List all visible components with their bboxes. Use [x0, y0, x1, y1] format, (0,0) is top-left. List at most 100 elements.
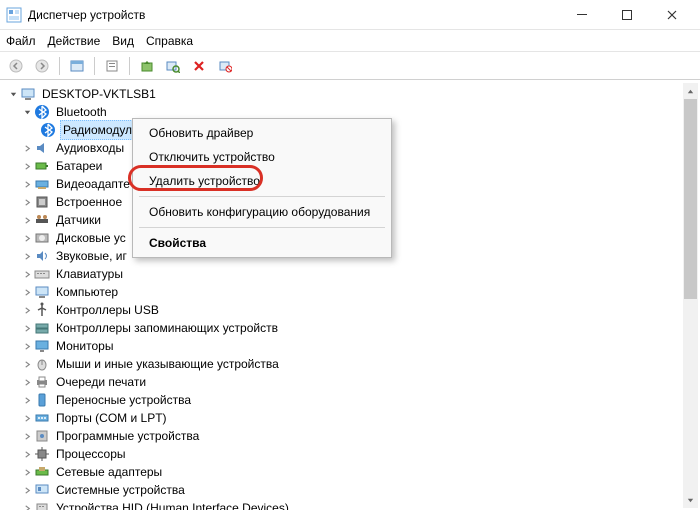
chevron-right-icon[interactable] — [20, 216, 34, 225]
tree-category-processors[interactable]: Процессоры — [6, 445, 694, 463]
menu-bar: Файл Действие Вид Справка — [0, 30, 700, 52]
back-button[interactable] — [4, 54, 28, 78]
title-bar: Диспетчер устройств — [0, 0, 700, 30]
uninstall-button[interactable] — [187, 54, 211, 78]
display-adapter-icon — [34, 176, 50, 192]
tree-category-software-devices[interactable]: Программные устройства — [6, 427, 694, 445]
tree-label: Батареи — [54, 157, 104, 175]
chevron-right-icon[interactable] — [20, 432, 34, 441]
chevron-right-icon[interactable] — [20, 414, 34, 423]
chevron-right-icon[interactable] — [20, 504, 34, 510]
computer-icon — [20, 86, 36, 102]
tree-label: Порты (COM и LPT) — [54, 409, 169, 427]
tree-label: Контроллеры запоминающих устройств — [54, 319, 280, 337]
update-driver-button[interactable] — [135, 54, 159, 78]
tree-label: Дисковые ус — [54, 229, 128, 247]
tree-category-hid[interactable]: Устройства HID (Human Interface Devices) — [6, 499, 694, 510]
ctx-properties[interactable]: Свойства — [135, 231, 389, 255]
context-menu: Обновить драйвер Отключить устройство Уд… — [132, 118, 392, 258]
tree-label: Программные устройства — [54, 427, 201, 445]
tree-label: Аудиовходы — [54, 139, 126, 157]
scroll-down-arrow[interactable] — [683, 492, 698, 508]
chevron-down-icon[interactable] — [6, 90, 20, 99]
usb-icon — [34, 302, 50, 318]
chevron-right-icon[interactable] — [20, 360, 34, 369]
tree-label: Датчики — [54, 211, 103, 229]
ctx-uninstall-device[interactable]: Удалить устройство — [135, 169, 389, 193]
menu-help[interactable]: Справка — [146, 34, 193, 48]
tree-category-keyboards[interactable]: Клавиатуры — [6, 265, 694, 283]
chevron-right-icon[interactable] — [20, 144, 34, 153]
portable-device-icon — [34, 392, 50, 408]
chevron-right-icon[interactable] — [20, 288, 34, 297]
chevron-right-icon[interactable] — [20, 234, 34, 243]
tree-label: Процессоры — [54, 445, 128, 463]
menu-file[interactable]: Файл — [6, 34, 36, 48]
tree-category-storage-controllers[interactable]: Контроллеры запоминающих устройств — [6, 319, 694, 337]
port-icon — [34, 410, 50, 426]
chevron-right-icon[interactable] — [20, 378, 34, 387]
chevron-right-icon[interactable] — [20, 252, 34, 261]
tree-category-mice[interactable]: Мыши и иные указывающие устройства — [6, 355, 694, 373]
tree-category-network[interactable]: Сетевые адаптеры — [6, 463, 694, 481]
chevron-right-icon[interactable] — [20, 162, 34, 171]
show-hide-console-tree-button[interactable] — [65, 54, 89, 78]
chevron-right-icon[interactable] — [20, 180, 34, 189]
processor-icon — [34, 446, 50, 462]
tree-category-print-queues[interactable]: Очереди печати — [6, 373, 694, 391]
tree-category-system[interactable]: Системные устройства — [6, 481, 694, 499]
tree-root-label: DESKTOP-VKTLSB1 — [40, 85, 158, 103]
tree-label: Устройства HID (Human Interface Devices) — [54, 499, 291, 510]
mouse-icon — [34, 356, 50, 372]
chevron-right-icon[interactable] — [20, 396, 34, 405]
ctx-scan-hardware[interactable]: Обновить конфигурацию оборудования — [135, 200, 389, 224]
ctx-separator — [139, 227, 385, 228]
tree-label: Видеоадапте — [54, 175, 132, 193]
ctx-disable-device[interactable]: Отключить устройство — [135, 145, 389, 169]
tree-label: Мониторы — [54, 337, 115, 355]
ctx-update-driver[interactable]: Обновить драйвер — [135, 121, 389, 145]
tree-label: Системные устройства — [54, 481, 187, 499]
chevron-down-icon[interactable] — [20, 108, 34, 117]
minimize-button[interactable] — [559, 0, 604, 30]
keyboard-icon — [34, 266, 50, 282]
storage-controller-icon — [34, 320, 50, 336]
properties-button[interactable] — [100, 54, 124, 78]
system-device-icon — [34, 482, 50, 498]
disable-button[interactable] — [213, 54, 237, 78]
chevron-right-icon[interactable] — [20, 198, 34, 207]
chevron-right-icon[interactable] — [20, 342, 34, 351]
tree-label: Встроенное — [54, 193, 124, 211]
computer-icon — [34, 284, 50, 300]
tree-category-ports[interactable]: Порты (COM и LPT) — [6, 409, 694, 427]
tree-category-portable[interactable]: Переносные устройства — [6, 391, 694, 409]
close-button[interactable] — [649, 0, 694, 30]
printer-icon — [34, 374, 50, 390]
vertical-scrollbar[interactable] — [683, 83, 698, 508]
chevron-right-icon[interactable] — [20, 270, 34, 279]
hid-icon — [34, 500, 50, 510]
app-icon — [6, 7, 22, 23]
tree-category-computer[interactable]: Компьютер — [6, 283, 694, 301]
chevron-right-icon[interactable] — [20, 324, 34, 333]
chevron-right-icon[interactable] — [20, 450, 34, 459]
scroll-thumb[interactable] — [684, 99, 697, 299]
scroll-up-arrow[interactable] — [683, 83, 698, 99]
tree-category-monitors[interactable]: Мониторы — [6, 337, 694, 355]
menu-action[interactable]: Действие — [48, 34, 101, 48]
forward-button[interactable] — [30, 54, 54, 78]
tree-label: Клавиатуры — [54, 265, 125, 283]
audio-icon — [34, 140, 50, 156]
chevron-right-icon[interactable] — [20, 306, 34, 315]
tree-category-usb[interactable]: Контроллеры USB — [6, 301, 694, 319]
tree-label: Контроллеры USB — [54, 301, 161, 319]
sound-icon — [34, 248, 50, 264]
bluetooth-icon — [34, 104, 50, 120]
chevron-right-icon[interactable] — [20, 486, 34, 495]
maximize-button[interactable] — [604, 0, 649, 30]
chevron-right-icon[interactable] — [20, 468, 34, 477]
menu-view[interactable]: Вид — [112, 34, 134, 48]
scan-hardware-button[interactable] — [161, 54, 185, 78]
tree-label: Переносные устройства — [54, 391, 193, 409]
tree-root[interactable]: DESKTOP-VKTLSB1 — [6, 85, 694, 103]
